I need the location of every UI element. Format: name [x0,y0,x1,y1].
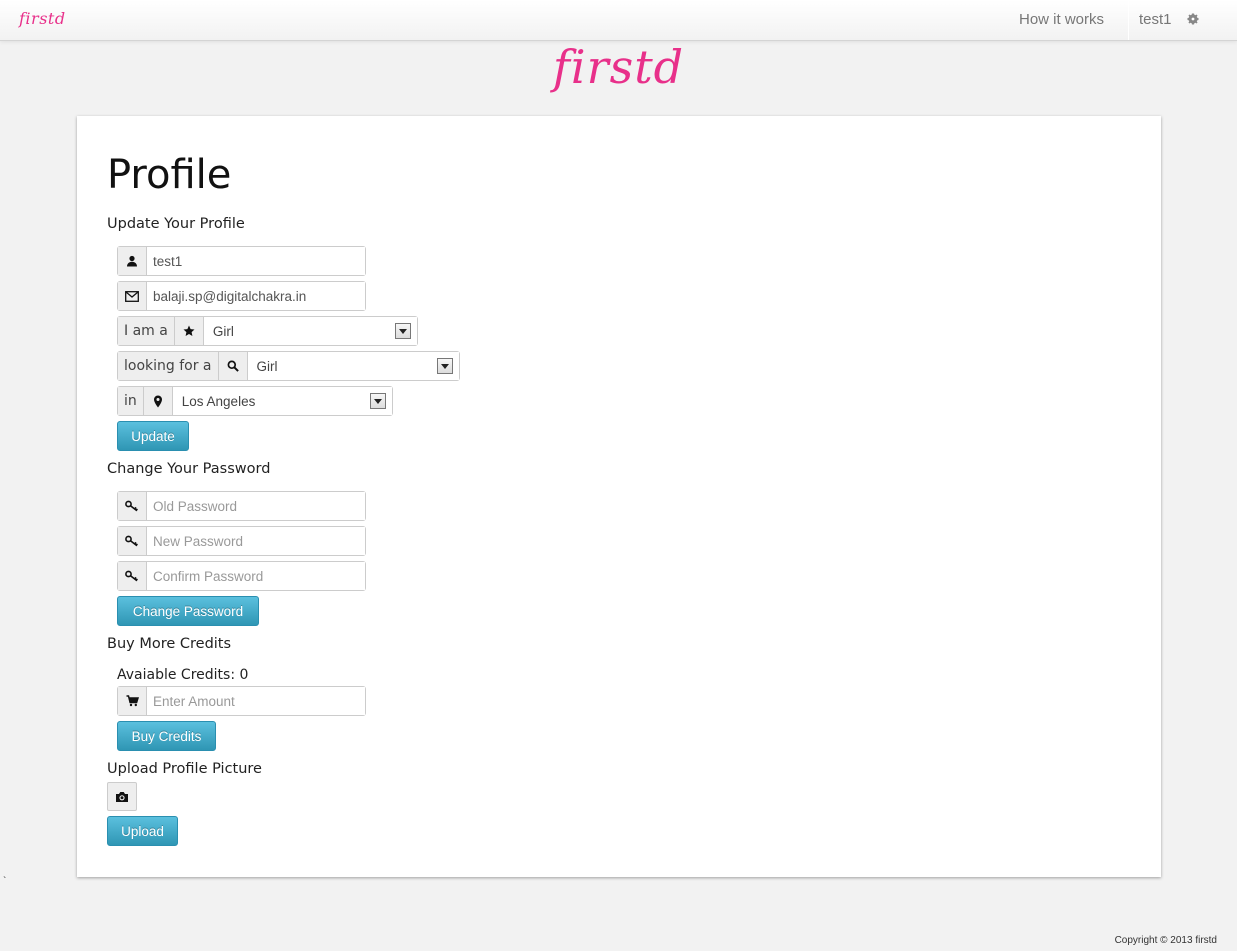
old-password-input[interactable] [147,492,365,520]
nav-divider [1128,0,1129,40]
site-logo: firstd [552,40,685,94]
chevron-down-icon [437,358,453,374]
looking-for-select-value: Girl [256,358,278,374]
key-icon [118,527,147,555]
new-password-group [117,526,366,556]
user-icon [118,247,147,275]
update-profile-heading: Update Your Profile [107,216,245,232]
looking-for-label: looking for a [118,352,219,380]
upload-button[interactable]: Upload [107,816,178,846]
location-group: in Los Angeles [117,386,393,416]
search-icon [218,352,248,380]
looking-for-group: looking for a Girl [117,351,460,381]
gear-icon[interactable] [1186,12,1200,26]
username-input[interactable] [147,247,365,275]
top-navbar: firstd How it works test1 [0,0,1237,41]
gender-select-value: Girl [212,323,234,339]
location-label: in [118,387,144,415]
old-password-group [117,491,366,521]
change-password-heading: Change Your Password [107,461,271,477]
profile-card: Profile Update Your Profile I am a Girl … [77,116,1161,877]
star-icon [174,317,204,345]
footer-copyright: Copyright © 2013 firstd [1114,935,1217,946]
available-credits: Avaiable Credits: 0 [117,667,249,683]
i-am-label: I am a [118,317,175,345]
brand-link[interactable]: firstd [19,9,66,28]
key-icon [118,562,147,590]
gender-select[interactable]: Girl [203,317,417,345]
confirm-password-group [117,561,366,591]
chevron-down-icon [370,393,386,409]
upload-picture-heading: Upload Profile Picture [107,761,262,777]
change-password-button[interactable]: Change Password [117,596,259,626]
i-am-group: I am a Girl [117,316,418,346]
email-input[interactable] [147,282,365,310]
buy-credits-button[interactable]: Buy Credits [117,721,216,751]
location-select-value: Los Angeles [181,393,256,409]
confirm-password-input[interactable] [147,562,365,590]
shopping-cart-icon [118,687,147,715]
stray-backtick: ` [3,876,7,887]
envelope-icon [118,282,147,310]
email-group [117,281,366,311]
location-select[interactable]: Los Angeles [172,387,392,415]
page-title: Profile [107,152,232,198]
user-menu-link[interactable]: test1 [1139,11,1172,28]
buy-credits-heading: Buy More Credits [107,636,232,652]
looking-for-select[interactable]: Girl [247,352,459,380]
username-group [117,246,366,276]
key-icon [118,492,147,520]
map-marker-icon [143,387,173,415]
camera-icon[interactable] [107,782,137,811]
amount-input[interactable] [147,687,365,715]
chevron-down-icon [395,323,411,339]
how-it-works-link[interactable]: How it works [1019,11,1104,28]
new-password-input[interactable] [147,527,365,555]
update-button[interactable]: Update [117,421,189,451]
amount-group [117,686,366,716]
